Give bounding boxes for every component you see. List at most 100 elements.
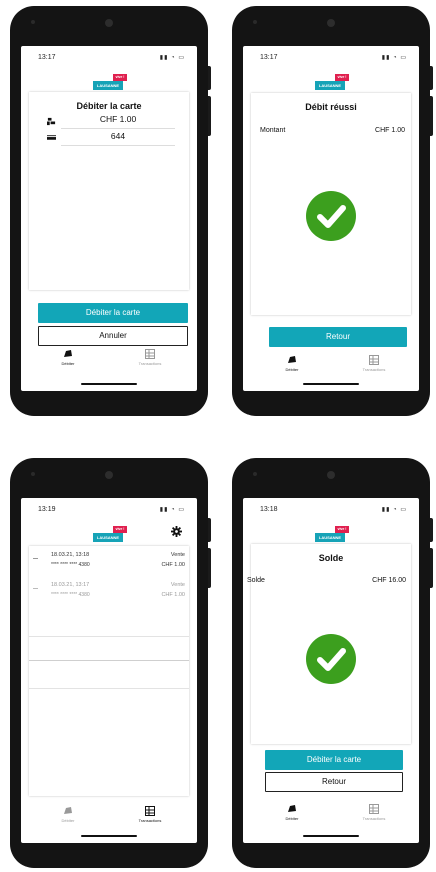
speaker <box>253 20 257 24</box>
status-bar: 13:19 ▮▮ ◔ ▭ <box>21 506 197 516</box>
status-icons: ▮▮ ◔ ▭ <box>159 55 185 61</box>
table-icon <box>145 349 155 359</box>
tab-debit[interactable]: Débiter <box>257 355 327 372</box>
transaction-card: **** **** **** 4380 <box>51 592 90 598</box>
divider <box>29 660 189 661</box>
tab-debit[interactable]: Débiter <box>33 806 103 823</box>
tab-debit[interactable]: Débiter <box>33 349 103 366</box>
success-check-icon <box>306 634 356 684</box>
tab-transactions-label: Transactions <box>138 818 162 823</box>
power-button <box>430 96 433 136</box>
phone-debit-success: 13:17 ▮▮ ◔ ▭ LAUSANNE vive ! Débit réuss… <box>232 6 433 416</box>
camera <box>327 19 335 27</box>
screen-debit-success: 13:17 ▮▮ ◔ ▭ LAUSANNE vive ! Débit réuss… <box>243 46 419 391</box>
tab-transactions-label: Transactions <box>138 361 162 366</box>
status-time: 13:19 <box>38 506 56 513</box>
lausanne-logo: LAUSANNE vive ! <box>315 526 349 542</box>
balance-value: CHF 16.00 <box>372 577 406 584</box>
cancel-button[interactable]: Annuler <box>38 326 188 346</box>
coins-icon <box>64 350 72 357</box>
status-bar: 13:18 ▮▮ ◔ ▭ <box>243 506 419 516</box>
speaker <box>31 20 35 24</box>
table-icon <box>369 355 379 365</box>
status-bar: 13:17 ▮▮ ◔ ▭ <box>243 54 419 64</box>
logo-ribbon: LAUSANNE <box>93 81 123 90</box>
logo-tag: vive ! <box>335 526 349 533</box>
lausanne-logo: LAUSANNE vive ! <box>93 526 127 542</box>
success-check-icon <box>306 191 356 241</box>
balance-label: Solde <box>247 577 265 584</box>
tab-debit[interactable]: Débiter <box>257 804 327 821</box>
expand-marker <box>33 588 38 589</box>
status-time: 13:17 <box>260 54 278 61</box>
list-item[interactable]: 18.03.21, 13:17 **** **** **** 4380 Vent… <box>29 576 189 604</box>
tab-transactions[interactable]: Transactions <box>115 349 185 366</box>
status-time: 13:17 <box>38 54 56 61</box>
camera <box>105 19 113 27</box>
transaction-type: Vente <box>170 582 185 588</box>
tab-debit-label: Débiter <box>61 361 75 366</box>
speaker <box>31 472 35 476</box>
list-item[interactable]: 18.03.21, 13:18 **** **** **** 4380 Vent… <box>29 546 189 574</box>
tab-transactions[interactable]: Transactions <box>339 804 409 821</box>
logo-tag: vive ! <box>335 74 349 81</box>
phone-balance: 13:18 ▮▮ ◔ ▭ LAUSANNE vive ! Solde Solde… <box>232 458 433 868</box>
debit-card-button[interactable]: Débiter la carte <box>38 303 188 323</box>
logo-ribbon: LAUSANNE <box>93 533 123 542</box>
success-card-panel: Débit réussi Montant CHF 1.00 <box>251 93 411 315</box>
screen-balance: 13:18 ▮▮ ◔ ▭ LAUSANNE vive ! Solde Solde… <box>243 498 419 843</box>
volume-button <box>208 518 211 542</box>
amount-field[interactable]: CHF 1.00 <box>61 114 175 129</box>
home-indicator <box>303 383 359 385</box>
tab-transactions[interactable]: Transactions <box>339 355 409 372</box>
tab-transactions-label: Transactions <box>362 816 386 821</box>
tab-debit-label: Débiter <box>285 367 299 372</box>
home-indicator <box>303 835 359 837</box>
transaction-card: **** **** **** 4380 <box>51 562 90 568</box>
tab-bar: Débiter Transactions <box>21 806 197 836</box>
tab-bar: Débiter Transactions <box>21 349 197 379</box>
phone-transactions: 13:19 ▮▮ ◔ ▭ LAUSANNE vive ! 18.03.21, 1… <box>10 458 211 868</box>
transaction-type: Vente <box>170 552 185 558</box>
page-title: Débiter la carte <box>76 101 142 111</box>
tab-transactions-label: Transactions <box>362 367 386 372</box>
camera <box>105 471 113 479</box>
debit-card-panel: Débiter la carte CHF 1.00 644 <box>29 92 189 290</box>
transaction-amount: CHF 1.00 <box>161 592 185 598</box>
back-button[interactable]: Retour <box>269 327 407 347</box>
power-button <box>208 96 211 136</box>
transaction-datetime: 18.03.21, 13:18 <box>51 552 90 558</box>
amount-label: Montant <box>260 127 286 134</box>
volume-button <box>208 66 211 90</box>
back-button[interactable]: Retour <box>265 772 403 792</box>
table-icon <box>369 804 379 814</box>
transaction-datetime: 18.03.21, 13:17 <box>51 582 90 588</box>
camera <box>327 471 335 479</box>
status-icons: ▮▮ ◔ ▭ <box>381 55 407 61</box>
amount-value: CHF 1.00 <box>99 114 137 124</box>
transactions-list: 18.03.21, 13:18 **** **** **** 4380 Vent… <box>29 546 189 796</box>
speaker <box>253 472 257 476</box>
status-icons: ▮▮ ◔ ▭ <box>381 507 407 513</box>
status-time: 13:18 <box>260 506 278 513</box>
logo-ribbon: LAUSANNE <box>315 533 345 542</box>
transaction-amount: CHF 1.00 <box>161 562 185 568</box>
divider <box>29 688 189 689</box>
coins-icon <box>288 356 296 363</box>
power-button <box>208 548 211 588</box>
volume-button <box>430 66 433 90</box>
card-code-field[interactable]: 644 <box>61 131 175 146</box>
tab-bar: Débiter Transactions <box>243 804 419 834</box>
tab-transactions[interactable]: Transactions <box>115 806 185 823</box>
home-indicator <box>81 383 137 385</box>
amount-value: CHF 1.00 <box>375 127 405 134</box>
debit-card-button[interactable]: Débiter la carte <box>265 750 403 770</box>
divider <box>29 636 189 637</box>
gear-icon[interactable] <box>171 526 182 537</box>
status-bar: 13:17 ▮▮ ◔ ▭ <box>21 54 197 64</box>
tab-debit-label: Débiter <box>61 818 75 823</box>
power-button <box>430 548 433 588</box>
screen-transactions: 13:19 ▮▮ ◔ ▭ LAUSANNE vive ! 18.03.21, 1… <box>21 498 197 843</box>
status-icons: ▮▮ ◔ ▭ <box>159 507 185 513</box>
expand-marker <box>33 558 38 559</box>
